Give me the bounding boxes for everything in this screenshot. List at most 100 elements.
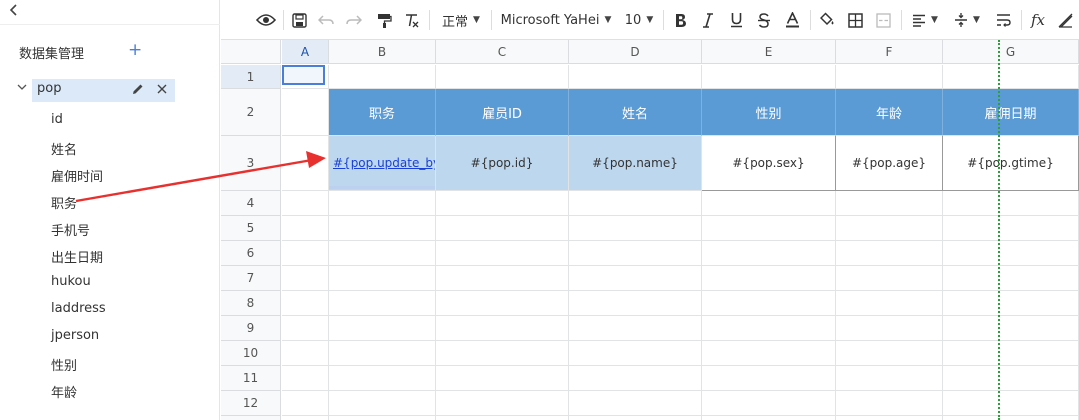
grid-cell[interactable] xyxy=(436,366,569,391)
grid-cell[interactable] xyxy=(436,316,569,341)
column-header[interactable]: B xyxy=(329,40,436,64)
grid-cell[interactable] xyxy=(702,266,836,291)
column-header[interactable]: F xyxy=(836,40,943,64)
template-cell[interactable]: #{pop.name} xyxy=(569,136,702,191)
grid-cell[interactable] xyxy=(943,291,1079,316)
template-cell[interactable]: #{pop.gtime} xyxy=(943,136,1079,191)
column-header[interactable]: A xyxy=(282,40,329,64)
grid-cell[interactable] xyxy=(836,291,943,316)
field-item[interactable]: id xyxy=(51,112,63,127)
field-item[interactable]: 手机号 xyxy=(51,220,90,239)
strikethrough-icon[interactable] xyxy=(754,8,774,32)
field-item[interactable]: 年龄 xyxy=(51,382,77,401)
field-item[interactable]: hukou xyxy=(51,274,91,289)
style-select[interactable]: 正常 ▼ xyxy=(437,8,485,32)
grid-cell[interactable] xyxy=(436,191,569,216)
underline-icon[interactable] xyxy=(726,8,746,32)
grid-cell[interactable] xyxy=(282,391,329,416)
grid-cell[interactable] xyxy=(943,391,1079,416)
plus-icon[interactable]: + xyxy=(128,40,142,60)
eye-icon[interactable] xyxy=(255,8,277,32)
row-header[interactable]: 8 xyxy=(221,291,281,316)
grid-cell[interactable] xyxy=(943,216,1079,241)
grid-cell[interactable] xyxy=(436,65,569,89)
grid-cell[interactable] xyxy=(702,391,836,416)
active-cell-selection[interactable] xyxy=(282,65,325,85)
align-select[interactable]: ▼ xyxy=(909,8,941,32)
header-cell[interactable]: 性别 xyxy=(702,89,836,136)
grid-cell[interactable] xyxy=(282,366,329,391)
row-header[interactable]: 2 xyxy=(221,89,281,136)
grid-cell[interactable] xyxy=(836,366,943,391)
grid-cell[interactable] xyxy=(569,416,702,420)
function-icon[interactable]: fx xyxy=(1027,8,1049,32)
grid-cell[interactable] xyxy=(329,291,436,316)
grid-cell[interactable] xyxy=(943,341,1079,366)
column-header[interactable]: C xyxy=(436,40,569,64)
row-header[interactable]: 7 xyxy=(221,266,281,291)
field-item[interactable]: 雇佣时间 xyxy=(51,166,103,185)
grid-cell[interactable] xyxy=(569,216,702,241)
save-icon[interactable] xyxy=(289,8,309,32)
select-all-corner[interactable] xyxy=(221,40,281,64)
grid-cell[interactable] xyxy=(943,191,1079,216)
header-cell[interactable]: 年龄 xyxy=(836,89,943,136)
grid-cell[interactable] xyxy=(569,291,702,316)
grid-cell[interactable] xyxy=(943,316,1079,341)
grid-cell[interactable] xyxy=(282,416,329,420)
grid-cell[interactable] xyxy=(702,291,836,316)
grid-cell[interactable] xyxy=(282,136,329,191)
grid-cell[interactable] xyxy=(569,241,702,266)
grid-cell[interactable] xyxy=(943,266,1079,291)
grid-cell[interactable] xyxy=(329,391,436,416)
grid-cell[interactable] xyxy=(836,316,943,341)
grid-cell[interactable] xyxy=(702,191,836,216)
grid-cell[interactable] xyxy=(836,216,943,241)
grid-cell[interactable] xyxy=(836,241,943,266)
format-painter-icon[interactable] xyxy=(374,8,394,32)
grid-cell[interactable] xyxy=(329,216,436,241)
row-header[interactable]: 3 xyxy=(221,136,281,191)
grid-cell[interactable] xyxy=(702,341,836,366)
grid-cell[interactable] xyxy=(943,366,1079,391)
grid-cell[interactable] xyxy=(943,241,1079,266)
grid-cell[interactable] xyxy=(836,416,943,420)
grid-cell[interactable] xyxy=(836,191,943,216)
grid-cell[interactable] xyxy=(569,191,702,216)
field-item[interactable]: 姓名 xyxy=(51,139,77,158)
row-header[interactable]: 5 xyxy=(221,216,281,241)
grid-cell[interactable] xyxy=(702,216,836,241)
grid-cell[interactable] xyxy=(702,241,836,266)
chart-icon[interactable] xyxy=(1055,8,1075,32)
grid-cell[interactable] xyxy=(943,65,1079,89)
row-header[interactable]: 10 xyxy=(221,341,281,366)
column-header[interactable]: E xyxy=(702,40,836,64)
grid-cell[interactable] xyxy=(569,391,702,416)
grid-cell[interactable] xyxy=(702,316,836,341)
grid-cell[interactable] xyxy=(702,366,836,391)
row-header[interactable]: 1 xyxy=(221,65,281,89)
chevron-down-icon[interactable] xyxy=(17,82,27,95)
close-icon[interactable] xyxy=(155,82,171,98)
pencil-icon[interactable] xyxy=(131,82,147,98)
column-header[interactable]: G xyxy=(943,40,1079,64)
grid-cell[interactable] xyxy=(943,416,1079,420)
grid-cell[interactable] xyxy=(282,216,329,241)
row-header[interactable]: 9 xyxy=(221,316,281,341)
grid-cell[interactable] xyxy=(836,266,943,291)
back-icon[interactable] xyxy=(4,2,24,22)
grid-cell[interactable] xyxy=(282,341,329,366)
grid-cell[interactable] xyxy=(329,341,436,366)
row-header[interactable]: 6 xyxy=(221,241,281,266)
field-item[interactable]: jperson xyxy=(51,328,99,343)
bold-icon[interactable] xyxy=(670,8,690,32)
grid-cell[interactable] xyxy=(282,241,329,266)
grid-cell[interactable] xyxy=(702,65,836,89)
grid-cell[interactable] xyxy=(836,391,943,416)
grid-cell[interactable] xyxy=(569,316,702,341)
grid-cell[interactable] xyxy=(329,316,436,341)
grid-cell[interactable] xyxy=(329,65,436,89)
grid-cell[interactable] xyxy=(329,191,436,216)
header-cell[interactable]: 职务 xyxy=(329,89,436,136)
grid-cell[interactable] xyxy=(569,65,702,89)
